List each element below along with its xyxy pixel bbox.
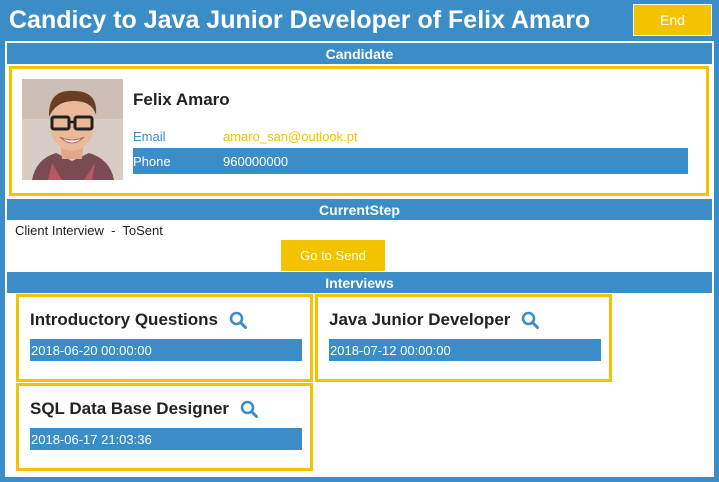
- interview-title: SQL Data Base Designer: [30, 399, 230, 418]
- current-step-section-header: CurrentStep: [7, 199, 712, 220]
- phone-value: 960000000: [223, 153, 289, 169]
- search-icon[interactable]: [229, 311, 247, 329]
- candidate-section-header: Candidate: [7, 43, 712, 64]
- candidate-name: Felix Amaro: [133, 90, 230, 109]
- current-step-text: Client Interview - ToSent: [15, 223, 163, 238]
- email-value[interactable]: amaro_san@outlook.pt: [223, 129, 358, 144]
- interview-title: Java Junior Developer: [329, 310, 511, 329]
- email-row: Email amaro_san@outlook.pt: [133, 123, 688, 149]
- interview-title: Introductory Questions: [30, 310, 218, 329]
- interview-card: Introductory Questions 2018-06-20 00:00:…: [16, 294, 313, 382]
- phone-label: Phone: [133, 153, 171, 169]
- candidate-card: Felix Amaro Email amaro_san@outlook.pt P…: [9, 66, 709, 196]
- page-title: Candicy to Java Junior Developer of Feli…: [9, 6, 591, 34]
- interview-date: 2018-06-17 21:03:36: [30, 428, 302, 450]
- interviews-section-header: Interviews: [7, 272, 712, 293]
- search-icon[interactable]: [240, 400, 259, 418]
- interview-date: 2018-06-20 00:00:00: [30, 339, 302, 361]
- candidate-avatar: [22, 79, 123, 180]
- interview-date: 2018-07-12 00:00:00: [329, 339, 601, 361]
- end-button[interactable]: End: [633, 4, 712, 36]
- email-label: Email: [133, 128, 166, 144]
- phone-row: Phone 960000000: [133, 148, 688, 174]
- main-panel: Candidate Felix Amaro Email amaro_san@ou…: [5, 41, 714, 477]
- go-to-send-button[interactable]: Go to Send: [281, 240, 385, 271]
- interview-card: Java Junior Developer 2018-07-12 00:00:0…: [315, 294, 612, 382]
- interview-card: SQL Data Base Designer 2018-06-17 21:03:…: [16, 383, 313, 471]
- search-icon[interactable]: [521, 311, 540, 329]
